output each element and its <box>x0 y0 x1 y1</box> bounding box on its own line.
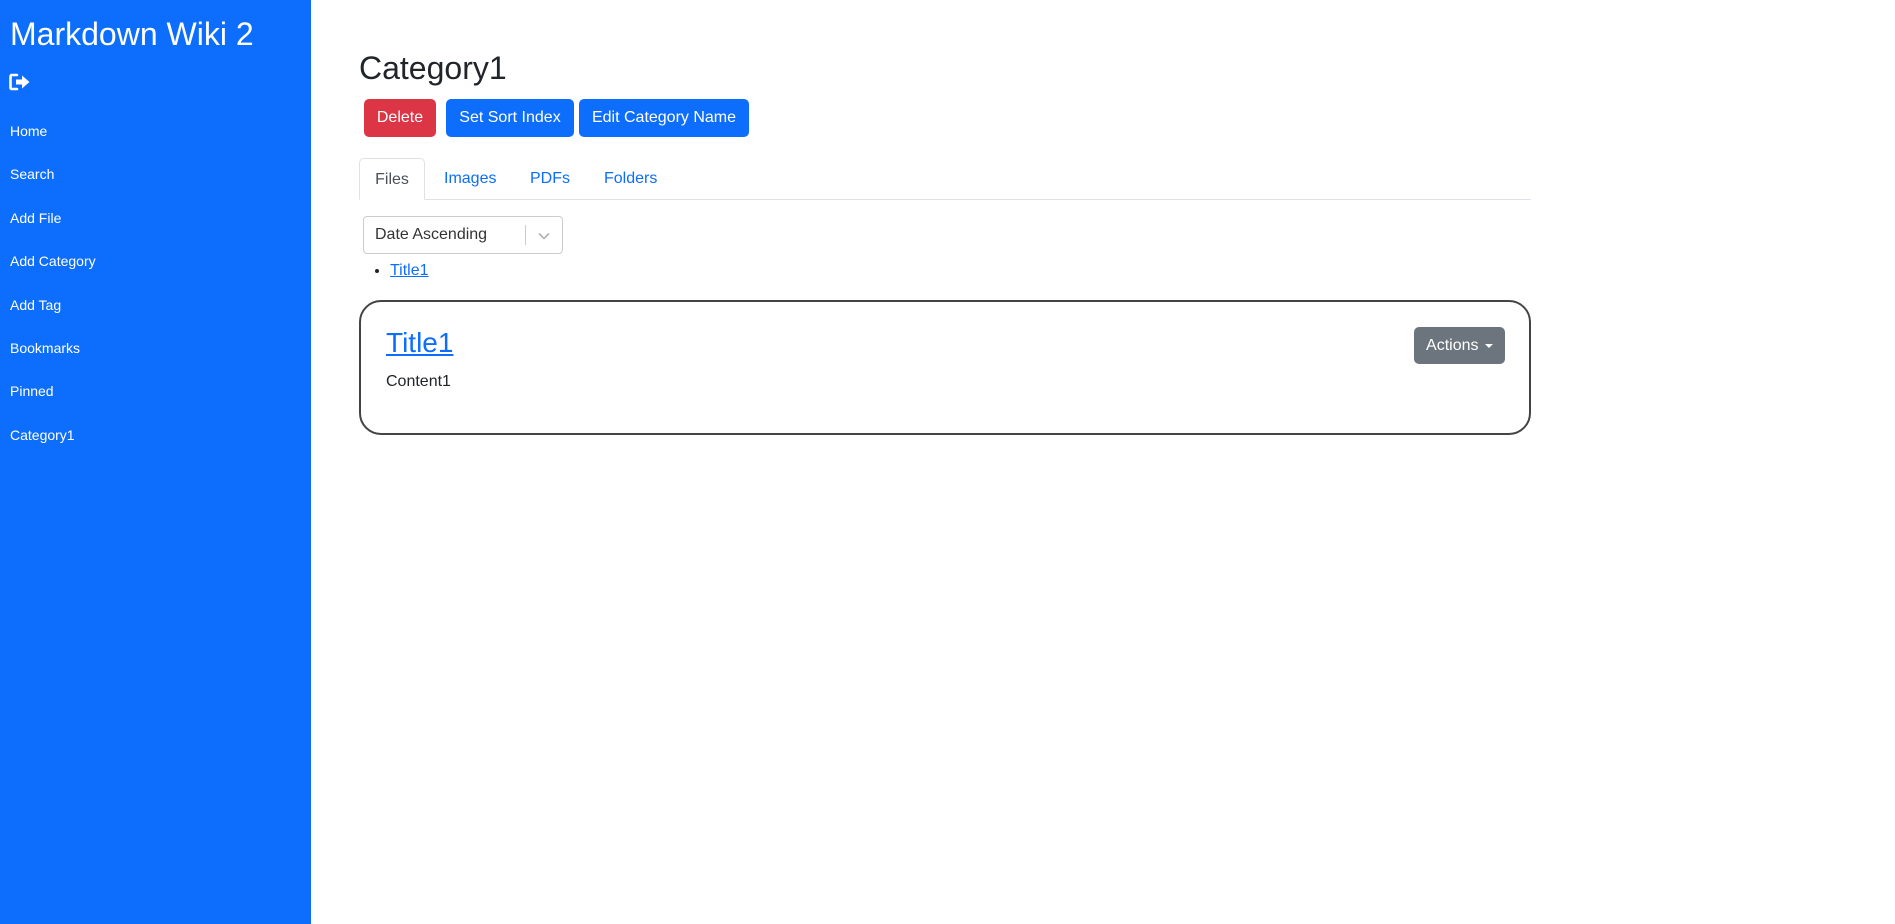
actions-dropdown-button[interactable]: Actions <box>1414 327 1505 364</box>
tab-images[interactable]: Images <box>444 158 496 199</box>
list-item: Title1 <box>390 260 429 282</box>
sidebar-nav: Home Search Add File Add Category Add Ta… <box>0 114 311 461</box>
file-list: Title1 <box>359 260 429 282</box>
caret-down-icon <box>1484 343 1493 348</box>
sort-select-value: Date Ascending <box>375 226 488 243</box>
set-sort-index-button[interactable]: Set Sort Index <box>446 99 574 137</box>
actions-label: Actions <box>1426 337 1479 354</box>
edit-category-name-button[interactable]: Edit Category Name <box>579 99 749 137</box>
sidebar-item-category1[interactable]: Category1 <box>0 418 311 461</box>
card-content: Content1 <box>386 373 451 390</box>
tab-folders[interactable]: Folders <box>604 158 657 199</box>
sidebar-item-add-tag[interactable]: Add Tag <box>0 288 311 331</box>
sort-select[interactable]: Date Ascending <box>363 216 563 254</box>
page-title: Category1 <box>359 50 507 86</box>
sort-select-separator <box>525 225 526 245</box>
app-title[interactable]: Markdown Wiki 2 <box>10 14 254 54</box>
tab-files[interactable]: Files <box>359 158 425 200</box>
sidebar-item-pinned[interactable]: Pinned <box>0 374 311 417</box>
chevron-down-icon[interactable] <box>536 228 552 244</box>
card-title-link[interactable]: Title1 <box>386 325 453 361</box>
sidebar-item-home[interactable]: Home <box>0 114 311 157</box>
sidebar-item-add-category[interactable]: Add Category <box>0 244 311 287</box>
delete-button[interactable]: Delete <box>364 99 436 137</box>
file-link[interactable]: Title1 <box>390 262 429 279</box>
sidebar-item-add-file[interactable]: Add File <box>0 201 311 244</box>
sidebar-item-bookmarks[interactable]: Bookmarks <box>0 331 311 374</box>
sidebar-item-search[interactable]: Search <box>0 157 311 200</box>
tab-pdfs[interactable]: PDFs <box>530 158 570 199</box>
sidebar: Markdown Wiki 2 Home Search Add File Add… <box>0 0 311 924</box>
tab-bar: Files Images PDFs Folders <box>359 158 1531 200</box>
file-card: Title1 Content1 Actions <box>359 300 1531 435</box>
sign-out-icon[interactable] <box>9 73 31 91</box>
